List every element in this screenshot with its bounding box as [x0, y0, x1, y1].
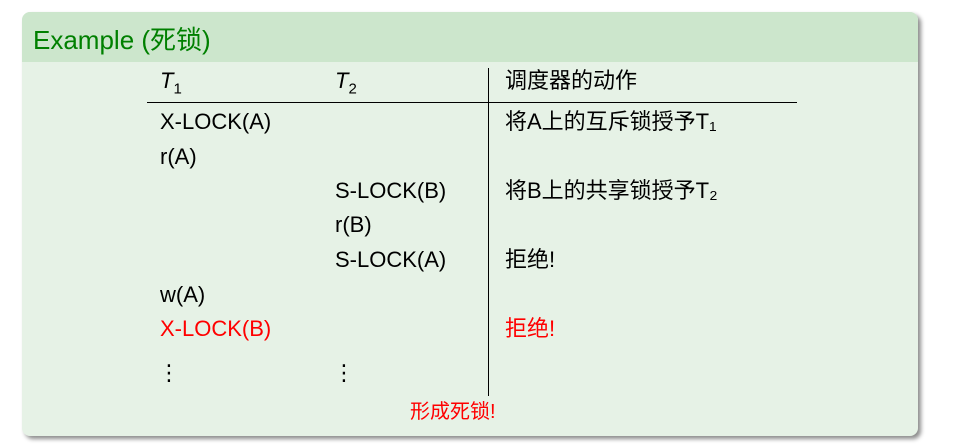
row1-t1: X-LOCK(A)	[160, 109, 272, 134]
row4-t2: r(B)	[335, 212, 372, 237]
header-t1: T1	[160, 68, 182, 98]
row1-action: 将A上的互斥锁授予T₁	[505, 109, 717, 134]
block-title: Example (死锁)	[33, 25, 211, 55]
row5-t2: S-LOCK(A)	[335, 247, 447, 272]
row8-t2-vdots: ⋮	[333, 360, 355, 385]
column-rule	[488, 68, 489, 396]
row8-t1-vdots: ⋮	[158, 360, 180, 385]
row7-t1: X-LOCK(B)	[160, 316, 272, 341]
header-t2: T2	[335, 68, 357, 98]
header-rule	[147, 102, 797, 103]
block-header: Example (死锁)	[22, 12, 918, 62]
row2-t1: r(A)	[160, 144, 197, 169]
row3-action: 将B上的共享锁授予T₂	[505, 178, 718, 203]
example-block: Example (死锁) T1 T2 调度器的动作 X-LOCK(A) 将A上的…	[22, 12, 918, 436]
row5-action: 拒绝!	[505, 247, 556, 272]
row6-t1: w(A)	[160, 282, 206, 307]
conclusion: 形成死锁!	[410, 401, 496, 423]
header-action: 调度器的动作	[505, 68, 638, 93]
row3-t2: S-LOCK(B)	[335, 178, 447, 203]
row7-action: 拒绝!	[505, 316, 556, 341]
